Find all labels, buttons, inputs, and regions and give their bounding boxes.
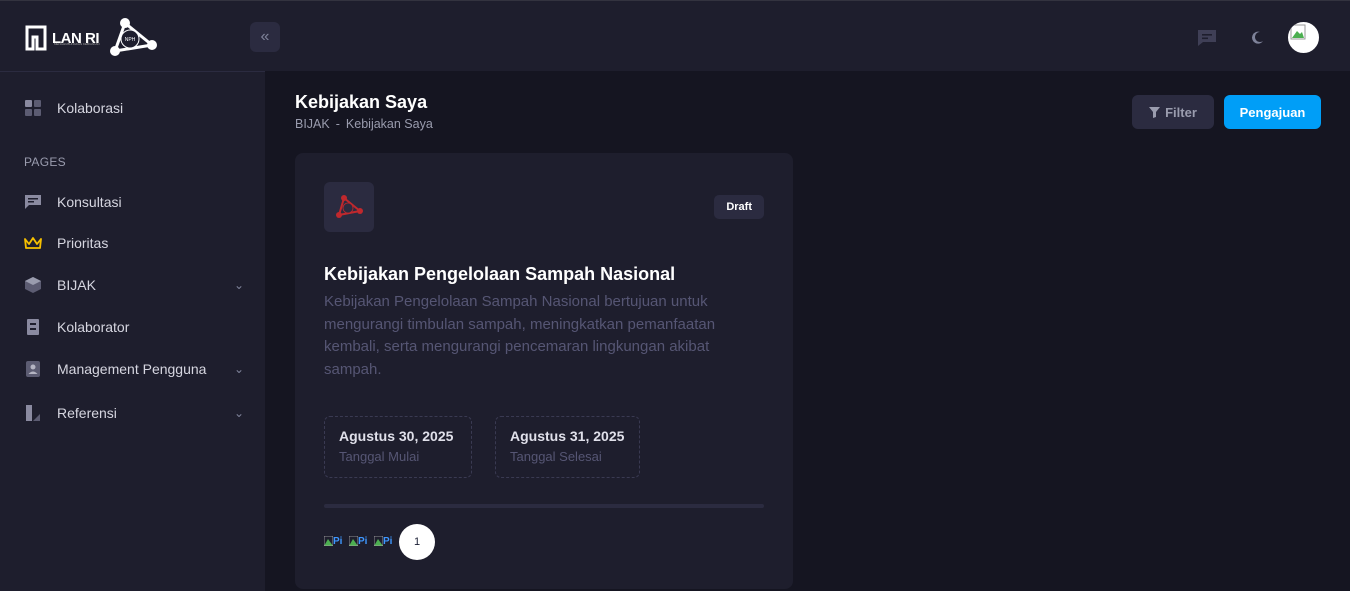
start-date-label: Tanggal Mulai [339, 449, 420, 464]
start-date-box: Agustus 30, 2025 Tanggal Mulai [324, 416, 472, 478]
brand-mark: NPH [125, 37, 136, 43]
lan-logo-icon [25, 25, 47, 51]
cube-icon [24, 276, 42, 294]
sidebar-item-label: Konsultasi [57, 194, 122, 210]
sidebar: Kolaborasi PAGES Konsultasi Prioritas BI… [0, 71, 265, 591]
filter-button[interactable]: Filter [1132, 95, 1214, 129]
sidebar-item-kolaborator[interactable]: Kolaborator [24, 316, 244, 338]
chevron-down-icon: ⌄ [233, 278, 244, 292]
chat-button[interactable] [1196, 27, 1218, 49]
broken-image-icon [324, 536, 333, 546]
end-date-value: Agustus 31, 2025 [510, 428, 625, 444]
avatar-overflow-count[interactable]: 1 [399, 524, 435, 560]
sidebar-item-label: Management Pengguna [57, 361, 207, 377]
chat-icon [24, 193, 42, 211]
address-book-icon [24, 360, 42, 378]
sidebar-item-management-pengguna[interactable]: Management Pengguna ⌄ [24, 358, 244, 380]
top-bar: LAN RI MENGHUBUNGKAN KEBIJAKAN NPH « [0, 0, 1350, 71]
end-date-label: Tanggal Selesai [510, 449, 602, 464]
breadcrumb-separator: - [335, 117, 340, 131]
avatar[interactable]: Pi [324, 533, 342, 551]
policy-logo [324, 182, 374, 232]
broken-image-icon [349, 536, 358, 546]
progress-bar [324, 504, 764, 508]
breadcrumb-item: Kebijakan Saya [345, 117, 433, 131]
sidebar-item-label: Prioritas [57, 235, 109, 251]
nph-network-icon [336, 195, 363, 218]
sidebar-item-label: Kolaborasi [57, 100, 124, 116]
sidebar-item-prioritas[interactable]: Prioritas [24, 232, 244, 254]
avatar[interactable]: Pi [349, 533, 367, 551]
policy-title[interactable]: Kebijakan Pengelolaan Sampah Nasional [324, 264, 675, 285]
moon-icon [1252, 31, 1263, 44]
grid-icon [24, 99, 42, 117]
avatar-alt-text: Pi [358, 536, 367, 547]
building-icon [24, 318, 42, 336]
filter-icon [1149, 106, 1161, 118]
filter-label: Filter [1165, 104, 1197, 120]
breadcrumb: BIJAK - Kebijakan Saya [295, 117, 433, 131]
avatar-group: Pi Pi Pi 1 [324, 524, 435, 560]
brand-logo[interactable]: LAN RI MENGHUBUNGKAN KEBIJAKAN NPH [24, 17, 157, 59]
start-date-value: Agustus 30, 2025 [339, 428, 454, 444]
pengajuan-button[interactable]: Pengajuan [1224, 95, 1321, 129]
theme-toggle-button[interactable] [1246, 27, 1268, 49]
sidebar-item-konsultasi[interactable]: Konsultasi [24, 191, 244, 213]
avatar[interactable]: Pi [374, 533, 392, 551]
ruler-icon [24, 404, 42, 422]
breadcrumb-item[interactable]: BIJAK [295, 117, 330, 131]
end-date-box: Agustus 31, 2025 Tanggal Selesai [495, 416, 640, 478]
section-label-pages: PAGES [24, 155, 66, 169]
sidebar-item-kolaborasi[interactable]: Kolaborasi [24, 97, 244, 119]
sidebar-item-label: BIJAK [57, 277, 96, 293]
sidebar-collapse-button[interactable]: « [250, 22, 280, 52]
chevron-down-icon: ⌄ [233, 406, 244, 420]
policy-description: Kebijakan Pengelolaan Sampah Nasional be… [324, 293, 716, 378]
policy-card[interactable]: Draft Kebijakan Pengelolaan Sampah Nasio… [295, 153, 793, 589]
double-chevron-left-icon: « [260, 28, 270, 45]
brand-tagline: MENGHUBUNGKAN KEBIJAKAN [54, 42, 100, 46]
broken-image-icon [374, 536, 383, 546]
sidebar-item-label: Kolaborator [57, 319, 130, 335]
page-title: Kebijakan Saya [295, 92, 428, 112]
avatar-alt-text: Pi [333, 536, 342, 547]
avatar-alt-text: Pi [383, 536, 392, 547]
chat-icon [1198, 30, 1216, 46]
broken-image-icon [1290, 24, 1306, 40]
crown-icon [24, 234, 42, 252]
sidebar-item-referensi[interactable]: Referensi ⌄ [24, 402, 244, 424]
sidebar-item-bijak[interactable]: BIJAK ⌄ [24, 274, 244, 296]
sidebar-item-label: Referensi [57, 405, 117, 421]
chevron-down-icon: ⌄ [233, 362, 244, 376]
nph-network-icon: NPH [110, 18, 157, 56]
user-avatar[interactable] [1286, 20, 1321, 55]
status-badge: Draft [714, 195, 764, 219]
